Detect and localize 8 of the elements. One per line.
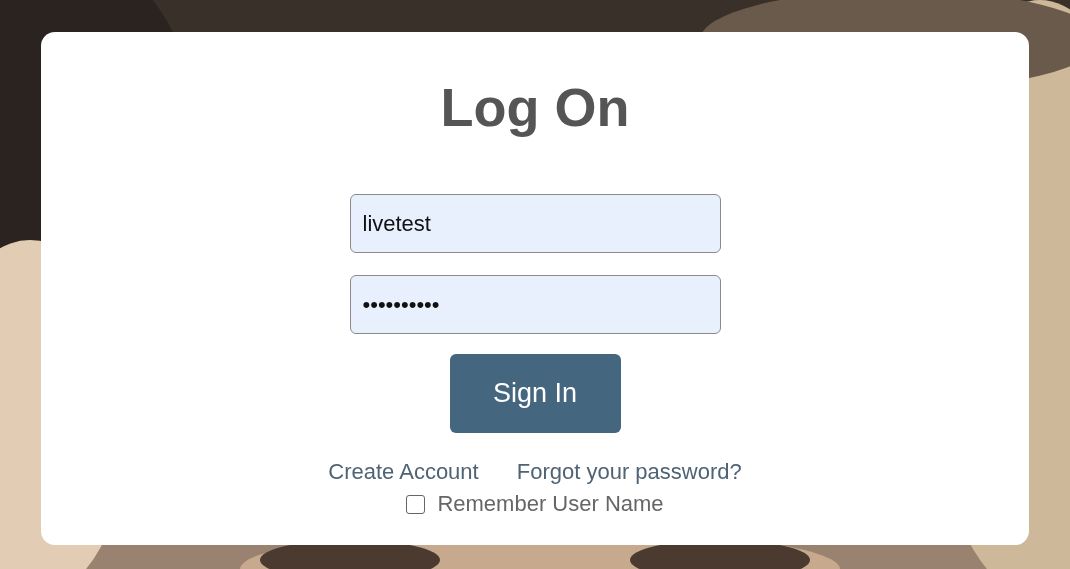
remember-checkbox[interactable]: [406, 494, 426, 514]
password-field[interactable]: ••••••••••: [349, 275, 721, 334]
account-link[interactable]: Create Account: [328, 459, 479, 485]
username-field[interactable]: livetest: [349, 194, 721, 253]
account-link[interactable]: Forgot your password?: [516, 459, 742, 485]
sign-in-button[interactable]: Sign In: [449, 354, 621, 433]
page-title: Log On: [440, 76, 630, 138]
remember-label: Remember User Name: [437, 491, 664, 517]
